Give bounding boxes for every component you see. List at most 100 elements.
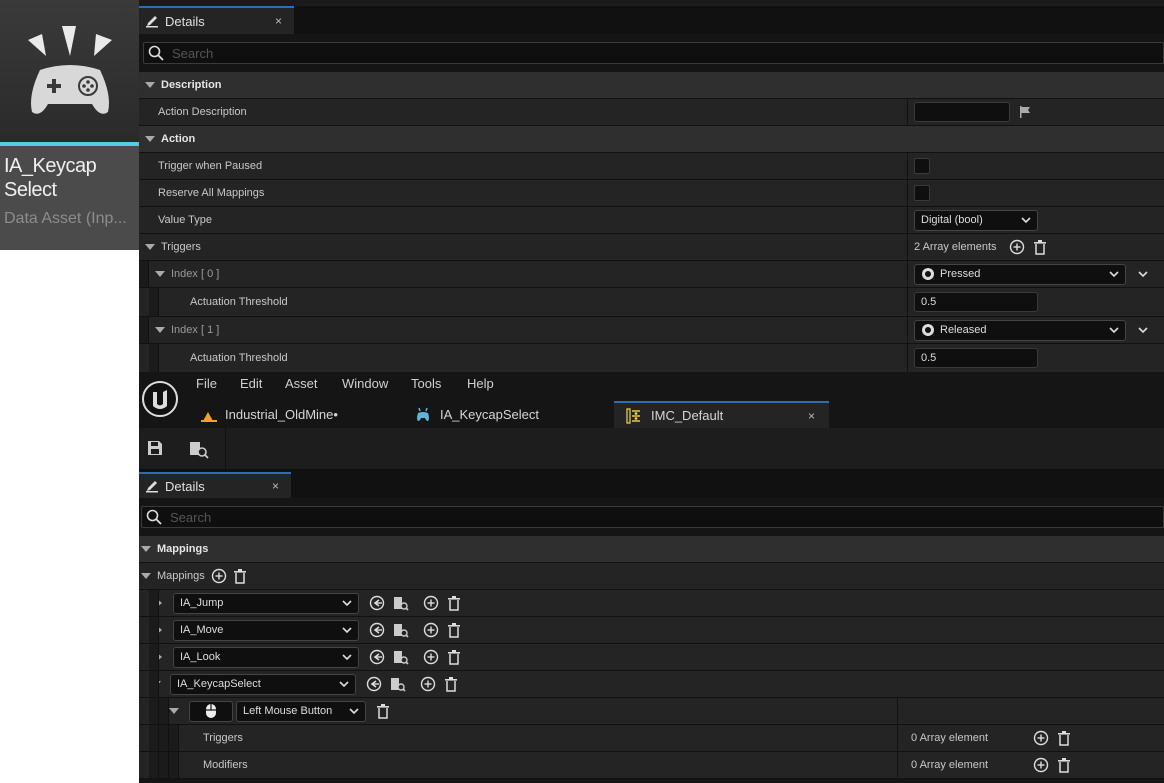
value-type-dropdown[interactable]: Digital (bool)	[914, 209, 1038, 231]
asset-info: IA_Keycap Select Data Asset (Inp...	[0, 146, 139, 250]
property-row: Reserve All Mappings	[139, 180, 1164, 207]
property-label: Action Description	[158, 106, 247, 118]
chevron-down-icon[interactable]	[1138, 326, 1148, 334]
menu-window[interactable]: Window	[342, 376, 388, 391]
search-placeholder: Search	[170, 509, 212, 525]
mapping-row: IA_KeycapSelect	[139, 671, 1164, 698]
chevron-down-icon[interactable]	[141, 573, 151, 579]
use-selected-icon[interactable]	[369, 622, 385, 638]
input-mapping-editor-window: File Edit Asset Window Tools Help Indust…	[139, 372, 1164, 783]
category-label: Action	[161, 133, 196, 145]
unreal-logo-icon[interactable]	[141, 380, 179, 418]
actuation-threshold-field[interactable]: 0.5	[914, 348, 1038, 368]
input-action-dropdown[interactable]: IA_KeycapSelect	[170, 673, 356, 695]
trash-icon[interactable]	[447, 595, 461, 611]
input-action-dropdown[interactable]: IA_Move	[173, 619, 359, 641]
trash-icon[interactable]	[233, 568, 247, 584]
tab-details[interactable]: Details ×	[139, 472, 291, 498]
property-row: Actuation Threshold 0.5	[139, 288, 1164, 317]
doc-tab-mapping-context[interactable]: IMC_Default ×	[614, 401, 829, 428]
trash-icon[interactable]	[444, 676, 458, 692]
browse-icon[interactable]	[393, 649, 409, 665]
trigger-when-paused-checkbox[interactable]	[914, 158, 930, 174]
add-icon[interactable]	[1033, 757, 1049, 773]
add-icon[interactable]	[1009, 239, 1025, 255]
asset-thumbnail[interactable]: IA_Keycap Select Data Asset (Inp...	[0, 0, 139, 250]
add-icon[interactable]	[1033, 730, 1049, 746]
trigger-type-dropdown[interactable]: Pressed	[914, 263, 1126, 285]
add-icon[interactable]	[211, 568, 227, 584]
category-description[interactable]: Description	[139, 72, 1164, 99]
menu-help[interactable]: Help	[467, 376, 494, 391]
flag-icon[interactable]	[1018, 105, 1032, 119]
dropdown-value: Released	[940, 324, 987, 336]
property-label: Modifiers	[203, 759, 248, 771]
reserve-all-mappings-checkbox[interactable]	[914, 185, 930, 201]
tab-details-label: Details	[165, 478, 205, 494]
key-dropdown[interactable]: Left Mouse Button	[236, 700, 366, 722]
action-description-field[interactable]	[914, 102, 1010, 122]
input-action-dropdown[interactable]: IA_Look	[173, 646, 359, 668]
search-icon	[146, 509, 162, 525]
chevron-down-icon[interactable]	[145, 244, 155, 250]
menu-bar: File Edit Asset Window Tools Help Indust…	[139, 372, 1164, 428]
dropdown-value: IA_Move	[180, 624, 224, 636]
input-action-dropdown[interactable]: IA_Jump	[173, 592, 359, 614]
property-label: Triggers	[161, 241, 201, 253]
property-label: Value Type	[158, 214, 213, 226]
trash-icon[interactable]	[1033, 239, 1047, 255]
property-label: Mappings	[157, 570, 205, 582]
add-icon[interactable]	[420, 676, 436, 692]
chevron-down-icon[interactable]	[155, 271, 165, 277]
property-label: Index [ 1 ]	[171, 324, 220, 336]
trash-icon[interactable]	[447, 649, 461, 665]
menu-file[interactable]: File	[196, 376, 217, 391]
browse-icon[interactable]	[393, 595, 409, 611]
chevron-down-icon[interactable]	[155, 327, 165, 333]
category-mappings[interactable]: Mappings	[139, 536, 1164, 563]
menu-asset[interactable]: Asset	[285, 376, 318, 391]
chevron-down-icon[interactable]	[1138, 270, 1148, 278]
search-placeholder: Search	[172, 45, 214, 61]
browse-icon[interactable]	[189, 439, 209, 459]
use-selected-icon[interactable]	[366, 676, 382, 692]
use-selected-icon[interactable]	[369, 595, 385, 611]
menu-tools[interactable]: Tools	[411, 376, 441, 391]
doc-tab-level[interactable]: Industrial_OldMine•	[201, 401, 338, 428]
property-row: Actuation Threshold 0.5	[139, 344, 1164, 373]
key-selector-button[interactable]	[189, 700, 233, 722]
close-icon[interactable]: ×	[275, 14, 282, 28]
property-row: Value Type Digital (bool)	[139, 207, 1164, 234]
menu-edit[interactable]: Edit	[240, 376, 262, 391]
add-icon[interactable]	[423, 649, 439, 665]
use-selected-icon[interactable]	[369, 649, 385, 665]
chevron-down-icon	[1109, 326, 1119, 334]
browse-icon[interactable]	[393, 622, 409, 638]
gamepad-thumbnail-icon	[0, 0, 139, 144]
search-input[interactable]: Search	[141, 506, 1164, 528]
search-input[interactable]: Search	[143, 42, 1164, 64]
close-icon[interactable]: ×	[272, 479, 279, 493]
dropdown-value: IA_Look	[180, 651, 221, 663]
doc-tab-label: Industrial_OldMine•	[225, 407, 338, 422]
category-action[interactable]: Action	[139, 126, 1164, 153]
property-label: Reserve All Mappings	[158, 187, 265, 199]
actuation-threshold-field[interactable]: 0.5	[914, 292, 1038, 312]
trigger-type-dropdown[interactable]: Released	[914, 319, 1126, 341]
trash-icon[interactable]	[1057, 757, 1071, 773]
add-icon[interactable]	[423, 622, 439, 638]
browse-icon[interactable]	[390, 676, 406, 692]
mapping-row: IA_Look	[139, 644, 1164, 671]
chevron-down-icon	[342, 653, 352, 661]
trash-icon[interactable]	[376, 703, 390, 719]
save-icon[interactable]	[147, 440, 163, 456]
tab-details[interactable]: Details ×	[139, 6, 294, 34]
chevron-down-icon[interactable]	[169, 708, 179, 714]
trash-icon[interactable]	[447, 622, 461, 638]
close-icon[interactable]: ×	[808, 409, 815, 423]
trash-icon[interactable]	[1057, 730, 1071, 746]
tab-bar: Details ×	[139, 470, 1164, 498]
property-label: Actuation Threshold	[190, 352, 288, 364]
add-icon[interactable]	[423, 595, 439, 611]
doc-tab-input-action[interactable]: IA_KeycapSelect	[415, 401, 539, 428]
